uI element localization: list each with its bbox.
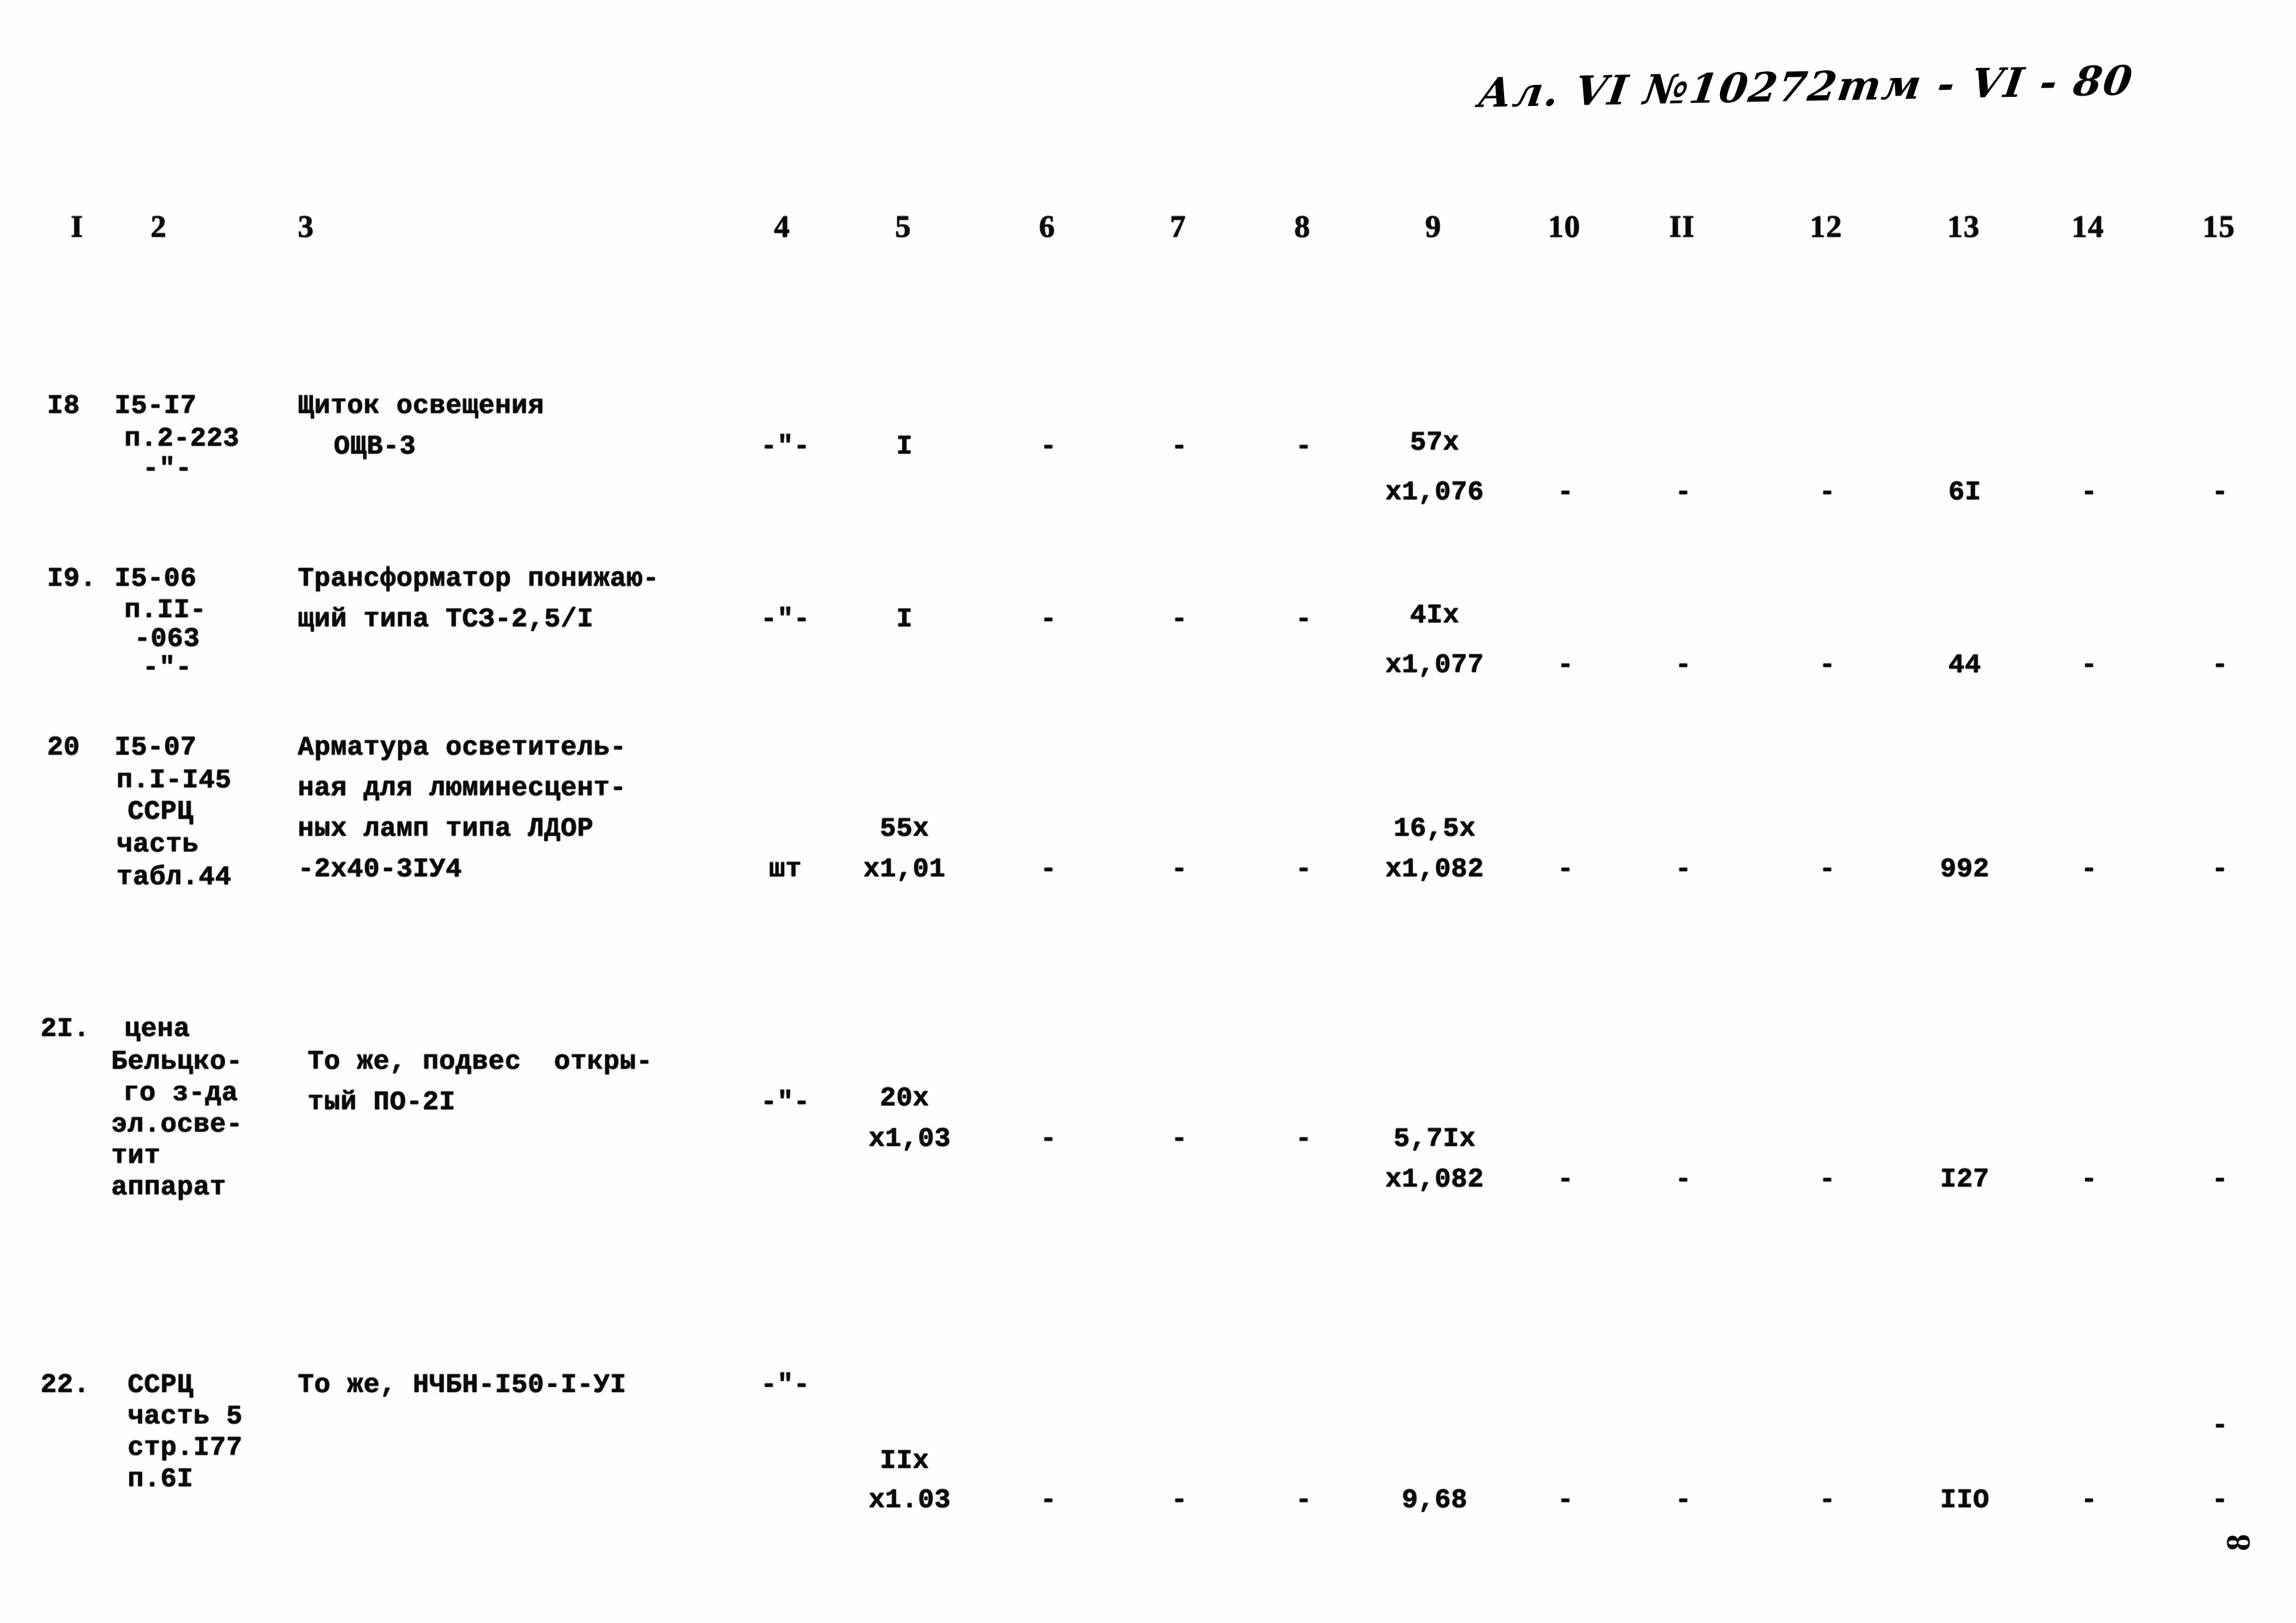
row-22-col2-line4: п.6I (128, 1465, 194, 1495)
row-22-col5-top: IIх (880, 1446, 929, 1476)
row-22-col7: - (1171, 1486, 1188, 1516)
table-column-header-row: I 2 3 4 5 6 7 8 9 10 II 12 13 14 15 (0, 196, 2296, 268)
row-22-col4: -"- (761, 1370, 810, 1400)
row-22-col5-bottom: х1.03 (869, 1486, 951, 1516)
row-22-col3-line1: То же, НЧБН-I50-I-УI (298, 1370, 627, 1400)
row-21-col9-bottom: х1,082 (1385, 1165, 1484, 1195)
column-header-1: I (71, 209, 84, 244)
row-21-col14: - (2081, 1165, 2098, 1195)
row-22-col2-line3: стр.I77 (128, 1433, 243, 1463)
row-22-col11: - (1675, 1486, 1692, 1516)
row-21-col10: - (1557, 1165, 1574, 1195)
row-18-col2-line1: I5-I7 (115, 391, 197, 421)
column-header-3: 3 (298, 209, 314, 244)
row-21-col2-line5: тит (111, 1141, 161, 1171)
column-header-11: II (1669, 209, 1695, 244)
row-22-col1: 22. (41, 1370, 90, 1400)
row-21-col11: - (1675, 1165, 1692, 1195)
column-header-10: 10 (1548, 209, 1581, 244)
row-18-col1: I8 (47, 391, 81, 421)
row-22-col15-upper: - (2212, 1411, 2229, 1441)
row-22-col2-line2: часть 5 (128, 1402, 243, 1432)
column-header-7: 7 (1170, 209, 1187, 244)
column-header-4: 4 (774, 209, 791, 244)
row-21-col15: - (2212, 1165, 2229, 1195)
specification-table: I 2 3 4 5 6 7 8 9 10 II 12 13 14 15 I8 I… (0, 196, 2296, 1516)
row-22-col2-line1: ССРЦ (128, 1370, 194, 1400)
row-21-col13: I27 (1940, 1165, 1990, 1195)
row-22-col10: - (1557, 1486, 1574, 1516)
column-header-13: 13 (1947, 209, 1980, 244)
document-page: Ал. VI №10272тм - VI - 80 I 2 3 4 5 6 7 … (0, 0, 2296, 1623)
column-header-6: 6 (1039, 209, 1056, 244)
page-number: 8 (2220, 1533, 2257, 1551)
row-18-col3-line1: Щиток освещения (298, 391, 545, 421)
column-header-12: 12 (1810, 209, 1842, 244)
row-22-col9: 9,68 (1401, 1486, 1468, 1516)
row-22-col6: - (1040, 1486, 1057, 1516)
column-header-15: 15 (2202, 209, 2235, 244)
row-22-col8: - (1295, 1486, 1312, 1516)
row-22-col14: - (2081, 1486, 2098, 1516)
row-22-col15: - (2212, 1486, 2229, 1516)
column-header-5: 5 (895, 209, 912, 244)
table-row: 2I. цена Бельцко- го з-да эл.осве- тит а… (0, 753, 2296, 1203)
column-header-2: 2 (151, 209, 167, 244)
row-22-col13: IIO (1940, 1486, 1990, 1516)
handwritten-header-annotation: Ал. VI №10272тм - VI - 80 (1475, 56, 2137, 117)
table-row: I9. I5-06 п.II- -063 -"- Трансформатор п… (0, 419, 2296, 683)
row-22-col12: - (1819, 1486, 1836, 1516)
row-21-col2-line6: аппарат (111, 1173, 226, 1203)
row-21-col12: - (1819, 1165, 1836, 1195)
column-header-14: 14 (2072, 209, 2104, 244)
column-header-9: 9 (1425, 209, 1442, 244)
table-row: I8 I5-I7 п.2-223 -"- Щиток освещения ОЩВ… (0, 268, 2296, 508)
table-row: 20 I5-07 п.I-I45 ССРЦ часть табл.44 Арма… (0, 550, 2296, 893)
column-header-8: 8 (1294, 209, 1311, 244)
table-row: 22. ССРЦ часть 5 стр.I77 п.6I То же, НЧБ… (0, 969, 2296, 1516)
